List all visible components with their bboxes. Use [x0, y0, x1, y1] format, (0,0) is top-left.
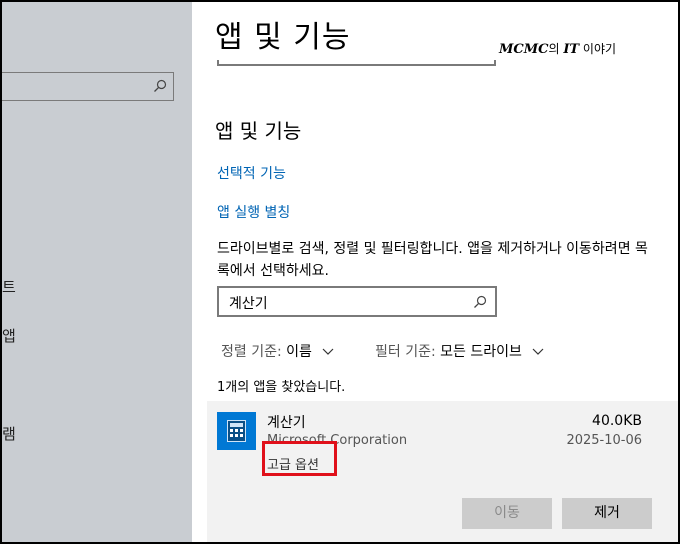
app-name: 계산기: [267, 415, 306, 431]
result-count: 1개의 앱을 찾았습니다.: [217, 380, 346, 395]
title-underline: [217, 60, 496, 66]
search-value: 계산기: [229, 296, 268, 312]
app-aliases-link[interactable]: 앱 실행 별칭: [217, 202, 290, 222]
optional-features-link[interactable]: 선택적 기능: [217, 163, 286, 183]
sort-value: 이름: [286, 344, 312, 360]
sort-dropdown[interactable]: 정렬 기준: 이름: [221, 341, 334, 361]
sidebar: 트 앱 램: [2, 2, 192, 542]
filter-label: 필터 기준:: [375, 344, 436, 360]
watermark-brand: MCMC: [499, 42, 549, 57]
watermark-it: IT: [563, 42, 580, 57]
sidebar-item-partial-3[interactable]: 램: [2, 425, 16, 443]
sidebar-item-partial-2[interactable]: 앱: [2, 327, 16, 345]
sidebar-item-partial-1[interactable]: 트: [2, 278, 16, 296]
app-size: 40.0KB: [592, 413, 642, 429]
chevron-down-icon: [532, 344, 544, 360]
section-title: 앱 및 기능: [215, 119, 302, 143]
app-install-date: 2025-10-06: [566, 433, 642, 448]
sidebar-search-input[interactable]: [2, 72, 174, 101]
watermark-suffix: 이야기: [579, 42, 617, 56]
sort-label: 정렬 기준:: [221, 344, 282, 360]
chevron-down-icon: [322, 344, 334, 360]
search-icon: [153, 78, 167, 97]
filter-value: 모든 드라이브: [440, 344, 522, 360]
search-icon: [473, 294, 487, 313]
watermark-mid: 의: [548, 42, 564, 56]
watermark: MCMC의 IT 이야기: [499, 40, 616, 57]
app-search-input[interactable]: 계산기: [217, 286, 497, 317]
main-pane: 앱 및 기능 MCMC의 IT 이야기 앱 및 기능 선택적 기능 앱 실행 별…: [193, 2, 678, 542]
move-button[interactable]: 이동: [462, 498, 552, 529]
calculator-icon: [217, 412, 256, 450]
settings-window: 트 앱 램 앱 및 기능 MCMC의 IT 이야기 앱 및 기능 선택적 기능 …: [0, 0, 680, 544]
section-description: 드라이브별로 검색, 정렬 및 필터링합니다. 앱을 제거하거나 이동하려면 목…: [217, 241, 648, 279]
highlight-box: [262, 441, 337, 476]
app-list-item[interactable]: 계산기 Microsoft Corporation 40.0KB 2025-10…: [207, 401, 678, 542]
page-title: 앱 및 기능: [215, 20, 351, 55]
filter-dropdown[interactable]: 필터 기준: 모든 드라이브: [375, 341, 544, 361]
remove-button[interactable]: 제거: [562, 498, 652, 529]
